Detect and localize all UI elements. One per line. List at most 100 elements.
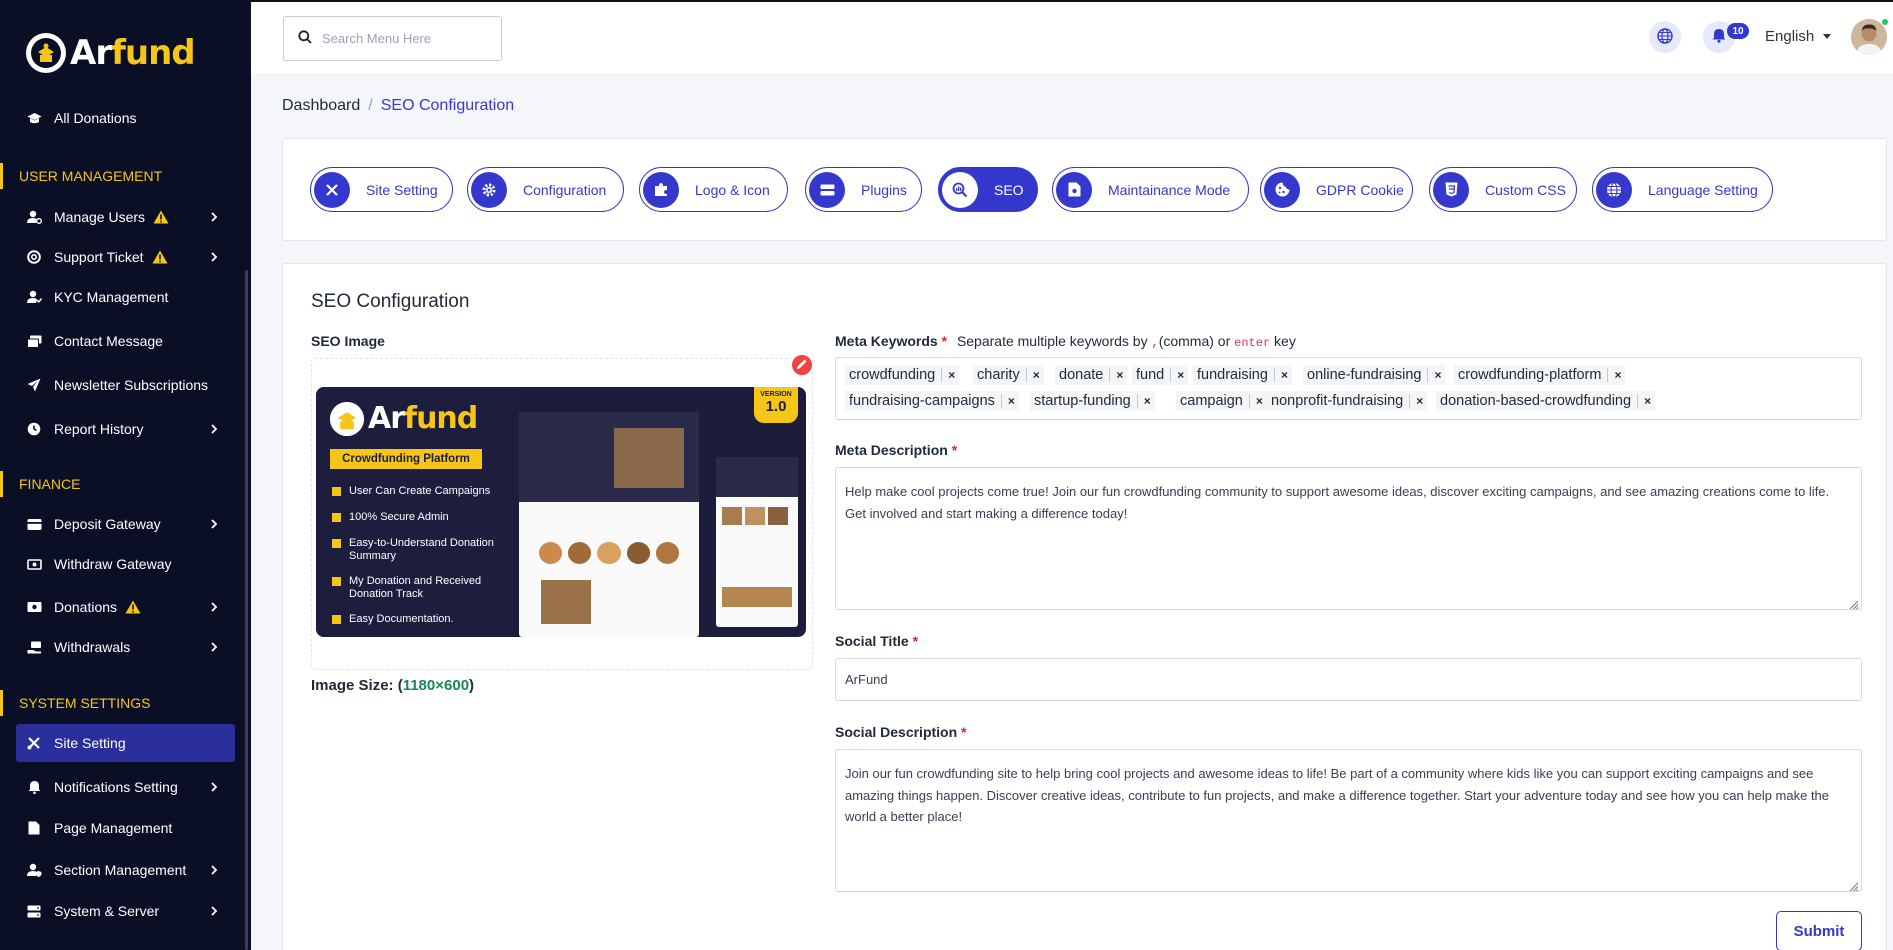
chevron-right-icon [207,600,221,614]
keyword-tag: fund × [1132,365,1189,385]
remove-tag-icon[interactable]: × [1427,368,1441,382]
social-title-input[interactable]: ArFund [835,658,1862,701]
tab-language-setting[interactable]: Language Setting [1592,167,1773,212]
sidebar-item-contact-message[interactable]: Contact Message [16,322,235,360]
tab-label: Logo & Icon [695,181,770,198]
notification-count-badge: 10 [1727,23,1749,39]
sidebar-item-kyc[interactable]: KYC Management [16,278,235,316]
keyword-tag: campaign × [1176,391,1267,411]
breadcrumb-current: SEO Configuration [380,97,515,114]
remove-tag-icon[interactable]: × [1170,368,1184,382]
edit-image-button[interactable] [790,353,814,377]
hand-holding-dollar-icon [26,639,42,655]
preview-logo-mark-icon [330,401,364,436]
brand-logo[interactable]: Arfund [26,28,196,78]
remove-tag-icon[interactable]: × [1136,394,1151,408]
sidebar-item-label: All Donations [54,110,137,126]
tab-site-setting[interactable]: Site Setting [310,167,453,212]
warning-icon [153,210,169,224]
resize-grip-icon[interactable] [1847,595,1859,610]
preview-feature: Easy Documentation. [332,613,517,626]
image-size-value: 1180×600 [402,677,470,694]
meta-description-textarea[interactable]: Help make cool projects come true! Join … [835,467,1862,610]
globe-button[interactable] [1649,21,1681,53]
user-check-icon [26,289,42,305]
sidebar-item-system-server[interactable]: System & Server [16,892,235,930]
paper-plane-icon [26,377,42,393]
remove-tag-icon[interactable]: × [1025,368,1040,382]
mail-bulk-icon [26,333,42,349]
language-dropdown[interactable]: English [1765,28,1832,45]
keyword-tag: fundraising-campaigns × [845,391,1019,411]
sidebar-item-label: Withdrawals [54,639,131,655]
sidebar-item-site-setting[interactable]: Site Setting [16,724,235,762]
preview-screenshots: VERSION 1.0 [519,387,806,637]
tab-seo[interactable]: SEO [938,167,1038,212]
remove-tag-icon[interactable]: × [1637,394,1651,408]
breadcrumb-dashboard-link[interactable]: Dashboard [282,97,360,115]
sidebar-item-label: Deposit Gateway [54,516,161,532]
clock-history-icon [26,421,42,437]
sidebar-item-label: Support Ticket [54,249,144,265]
section-title-user-management: USER MANAGEMENT [0,163,251,189]
sidebar-item-label: Page Management [54,820,173,836]
tab-plugins[interactable]: Plugins [805,167,922,212]
sidebar-item-label: Site Setting [54,735,126,751]
social-title-value: ArFund [845,672,888,687]
money-transfer-icon [26,556,42,572]
tab-gdpr-cookie[interactable]: GDPR Cookie [1260,167,1413,212]
remove-tag-icon[interactable]: × [1248,394,1263,408]
remove-tag-icon[interactable]: × [941,368,955,382]
css3-icon [1433,171,1469,208]
tab-configuration[interactable]: Configuration [467,167,624,212]
breadcrumb: Dashboard / SEO Configuration [282,97,514,115]
preview-feature: Easy-to-Understand Donation Summary [332,537,517,563]
sidebar: Arfund All Donations USER MANAGEMENT Man… [0,0,251,950]
tab-maintenance-mode[interactable]: Maintainance Mode [1052,167,1249,212]
chevron-right-icon [207,210,221,224]
breadcrumb-separator: / [368,97,373,114]
sidebar-item-section-management[interactable]: Section Management [16,851,235,889]
sidebar-item-manage-users[interactable]: Manage Users [16,198,235,236]
tab-label: Custom CSS [1485,181,1566,198]
user-cog-icon [26,209,42,225]
tab-label: Site Setting [366,181,438,198]
remove-tag-icon[interactable]: × [1409,394,1423,408]
sidebar-item-withdrawals[interactable]: Withdrawals [16,628,235,666]
resize-grip-icon[interactable] [1847,877,1859,892]
social-description-textarea[interactable]: Join our fun crowdfunding site to help b… [835,749,1862,892]
preview-feature: My Donation and Received Donation Track [332,575,517,601]
tab-logo-icon[interactable]: Logo & Icon [639,167,788,212]
meta-description-text: Help make cool projects come true! Join … [845,484,1830,521]
sidebar-scrollbar[interactable] [245,270,248,950]
search-input[interactable] [322,31,472,46]
tab-label: Language Setting [1648,181,1758,198]
social-description-text: Join our fun crowdfunding site to help b… [845,766,1830,824]
seo-image-label: SEO Image [311,333,385,349]
tab-custom-css[interactable]: Custom CSS [1429,167,1577,212]
keyword-tag: donation-based-crowdfunding × [1436,391,1656,411]
sidebar-item-all-donations[interactable]: All Donations [16,99,235,137]
keyword-tag: startup-funding × [1030,391,1155,411]
sidebar-item-report-history[interactable]: Report History [16,410,235,448]
gear-icon [471,171,507,208]
remove-tag-icon[interactable]: × [1000,394,1015,408]
meta-description-label: Meta Description * [835,442,958,458]
sidebar-item-withdraw-gateway[interactable]: Withdraw Gateway [16,545,235,583]
search-box[interactable] [283,16,502,61]
sidebar-item-deposit-gateway[interactable]: Deposit Gateway [16,505,235,543]
remove-tag-icon[interactable]: × [1607,368,1621,382]
seo-image-preview: Arfund Crowdfunding Platform User Can Cr… [316,387,806,637]
remove-tag-icon[interactable]: × [1109,368,1123,382]
sidebar-item-donations[interactable]: Donations [16,588,235,626]
sidebar-item-page-management[interactable]: Page Management [16,809,235,847]
remove-tag-icon[interactable]: × [1273,368,1288,382]
logo-mark-icon [26,33,66,73]
meta-keywords-input[interactable]: crowdfunding × charity × donate × fund × fun… [835,357,1862,420]
submit-button[interactable]: Submit [1776,911,1862,950]
sidebar-item-support-ticket[interactable]: Support Ticket [16,238,235,276]
sidebar-item-newsletter[interactable]: Newsletter Subscriptions [16,366,235,404]
sidebar-item-notifications-setting[interactable]: Notifications Setting [16,768,235,806]
preview-version-badge: VERSION 1.0 [754,387,798,423]
social-description-label: Social Description * [835,724,967,740]
